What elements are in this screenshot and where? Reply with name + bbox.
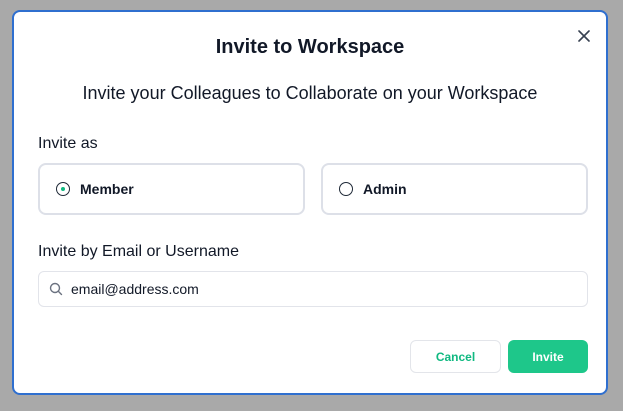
radio-admin[interactable] <box>339 182 353 196</box>
role-option-label: Member <box>80 181 134 197</box>
invite-button[interactable]: Invite <box>508 340 588 373</box>
invite-search-input[interactable] <box>71 281 587 297</box>
radio-member[interactable] <box>56 182 70 196</box>
role-option-label: Admin <box>363 181 407 197</box>
role-option-member[interactable]: Member <box>38 163 305 215</box>
search-icon <box>49 282 63 296</box>
role-option-admin[interactable]: Admin <box>321 163 588 215</box>
invite-dialog: Invite to Workspace Invite your Colleagu… <box>12 10 608 395</box>
invite-by-label: Invite by Email or Username <box>38 243 239 260</box>
dialog-title: Invite to Workspace <box>215 36 405 58</box>
dialog-subtitle: Invite your Colleagues to Collaborate on… <box>82 83 538 103</box>
invite-search-field[interactable] <box>38 271 588 307</box>
invite-as-label: Invite as <box>38 135 98 152</box>
cancel-button[interactable]: Cancel <box>410 340 501 373</box>
